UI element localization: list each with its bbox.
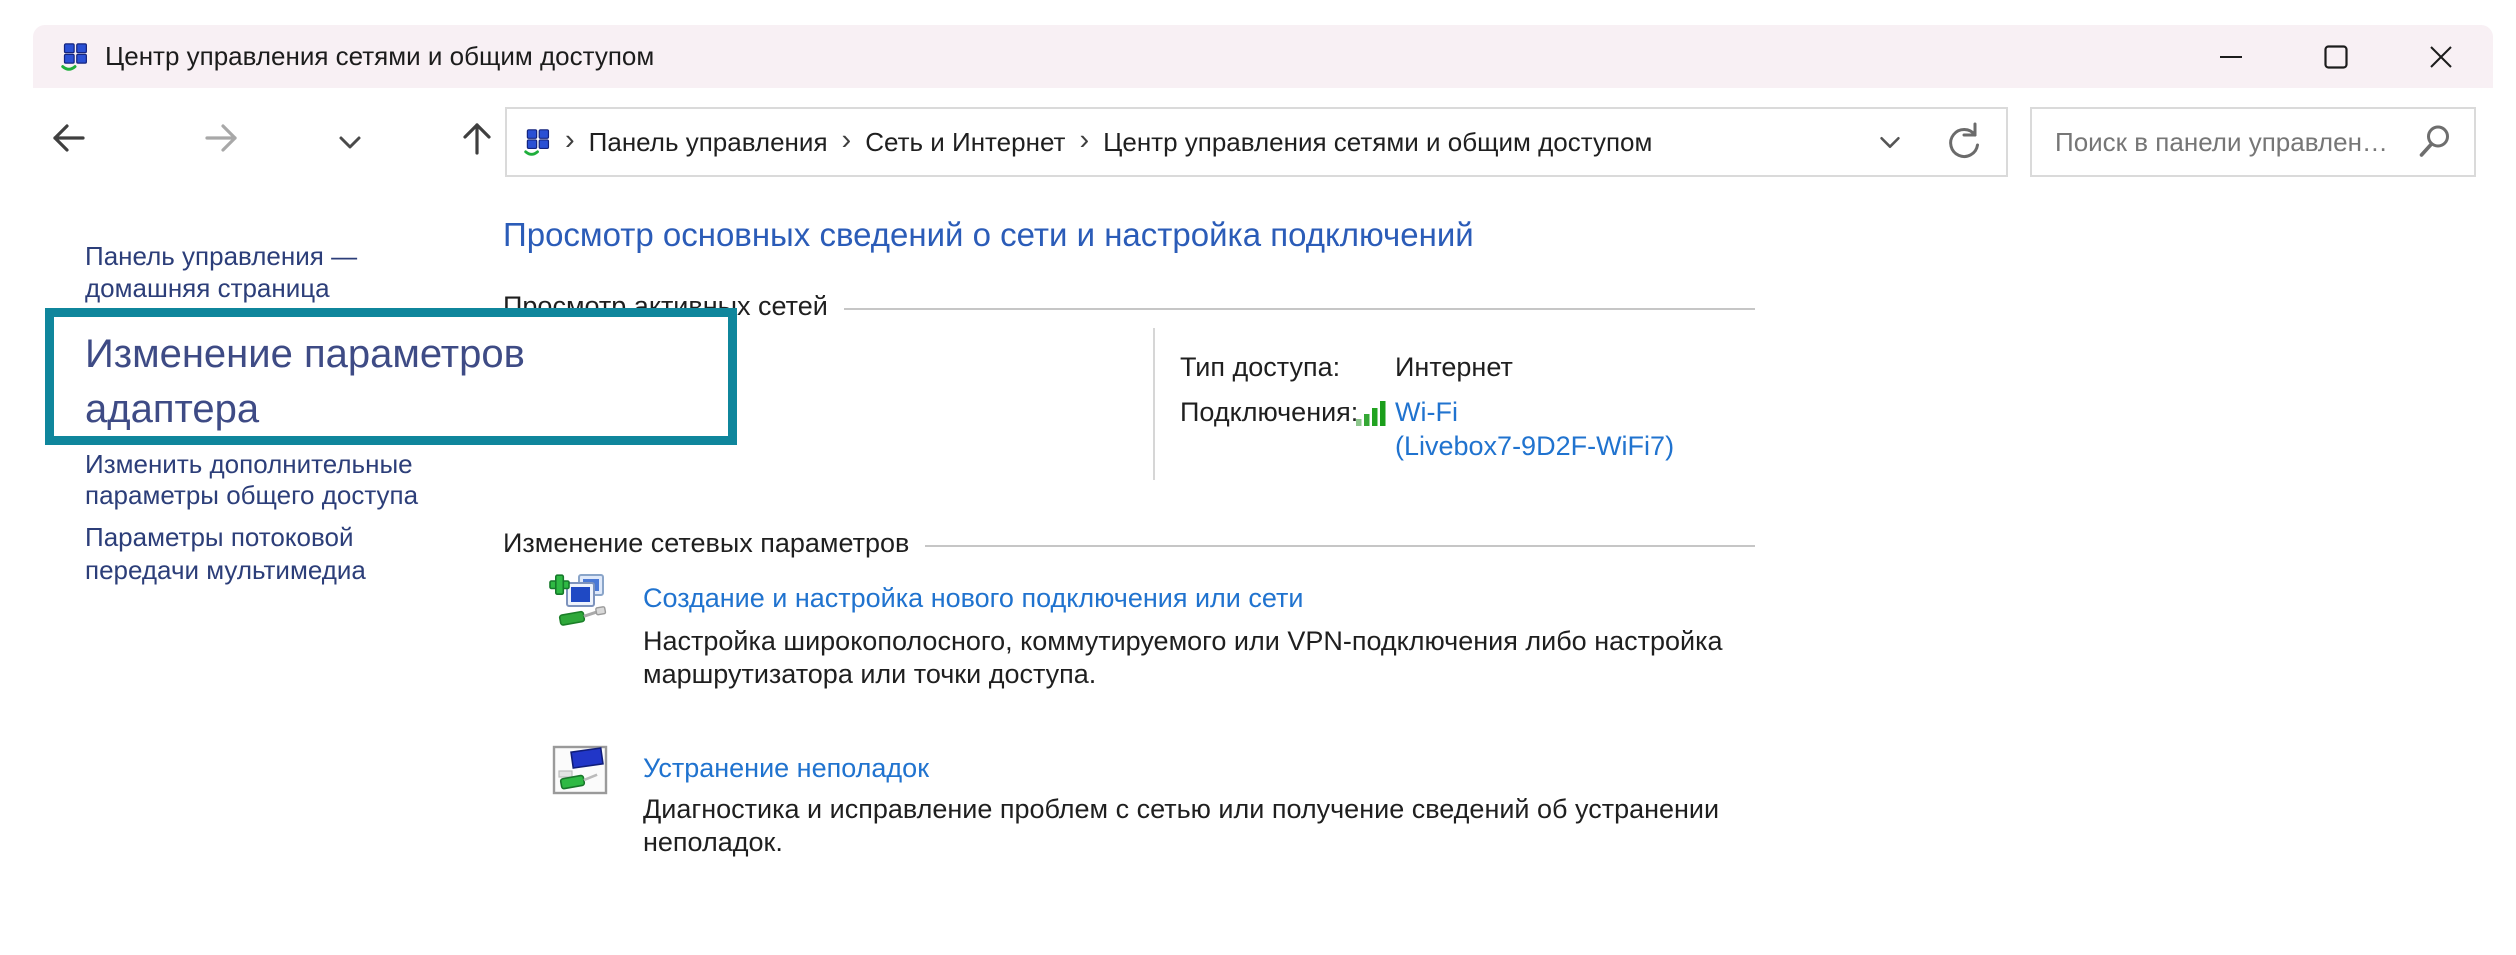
troubleshoot-icon: [552, 744, 608, 800]
up-button[interactable]: [455, 116, 499, 160]
sidebar-item-advanced-sharing-settings[interactable]: Изменить дополнительные параметры общего…: [85, 449, 425, 511]
setup-new-connection-link[interactable]: Создание и настройка нового подключения …: [643, 583, 1303, 614]
network-center-breadcrumb-icon: [524, 129, 551, 156]
search-icon[interactable]: [2416, 123, 2454, 161]
section-rule: [925, 545, 1755, 547]
new-connection-icon: [548, 568, 610, 630]
search-box[interactable]: Поиск в панели управлен…: [2030, 107, 2476, 177]
breadcrumb-separator: ›: [1079, 124, 1089, 157]
access-type-value: Интернет: [1395, 352, 1513, 383]
forward-button[interactable]: [200, 116, 244, 160]
search-input[interactable]: Поиск в панели управлен…: [2032, 127, 2416, 158]
sidebar-item-label: Изменение параметров адаптера: [85, 327, 665, 437]
network-center-app-icon: [61, 43, 89, 71]
sidebar-item-media-streaming-options[interactable]: Параметры потоковой передачи мультимедиа: [85, 521, 425, 587]
address-bar[interactable]: › Панель управления › Сеть и Интернет › …: [505, 107, 2008, 177]
window-titlebar: Центр управления сетями и общим доступом: [33, 25, 2493, 88]
minimize-button[interactable]: [2178, 25, 2283, 88]
breadcrumb-separator: ›: [842, 124, 852, 157]
access-type-label: Тип доступа:: [1180, 352, 1340, 383]
wifi-signal-icon: [1354, 398, 1388, 428]
chevron-down-icon: [1875, 127, 1905, 157]
maximize-icon: [2324, 45, 2348, 69]
breadcrumb-separator: ›: [565, 124, 575, 157]
section-rule: [844, 308, 1755, 310]
back-button[interactable]: [46, 116, 90, 160]
troubleshoot-description: Диагностика и исправление проблем с сеть…: [643, 793, 1719, 859]
close-button[interactable]: [2388, 25, 2493, 88]
breadcrumb-network-internet[interactable]: Сеть и Интернет: [865, 127, 1065, 158]
section-title: Изменение сетевых параметров: [503, 528, 909, 559]
address-dropdown-button[interactable]: [1860, 109, 1920, 175]
wifi-connection-link[interactable]: Wi-Fi: [1395, 397, 1458, 428]
troubleshoot-link[interactable]: Устранение неполадок: [643, 753, 929, 784]
recent-pages-chevron-button[interactable]: [334, 126, 366, 158]
window-title: Центр управления сетями и общим доступом: [105, 41, 654, 72]
network-details-divider: [1153, 328, 1155, 480]
refresh-button[interactable]: [1920, 109, 2000, 175]
wifi-ssid-link[interactable]: (Livebox7-9D2F-WiFi7): [1395, 431, 1674, 462]
sidebar-item-control-panel-home[interactable]: Панель управления — домашняя страница: [85, 240, 415, 304]
close-icon: [2429, 45, 2453, 69]
breadcrumb-network-sharing-center[interactable]: Центр управления сетями и общим доступом: [1103, 127, 1652, 158]
refresh-icon: [1938, 120, 1982, 164]
connections-label: Подключения:: [1180, 397, 1358, 428]
setup-new-connection-description: Настройка широкополосного, коммутируемог…: [643, 625, 1723, 691]
network-settings-section-header: Изменение сетевых параметров: [503, 528, 1755, 559]
sidebar-item-change-adapter-settings-highlighted[interactable]: Изменение параметров адаптера: [45, 308, 737, 445]
page-title: Просмотр основных сведений о сети и наст…: [503, 216, 1474, 254]
minimize-icon: [2219, 45, 2243, 69]
breadcrumb-control-panel[interactable]: Панель управления: [589, 127, 828, 158]
maximize-button[interactable]: [2283, 25, 2388, 88]
